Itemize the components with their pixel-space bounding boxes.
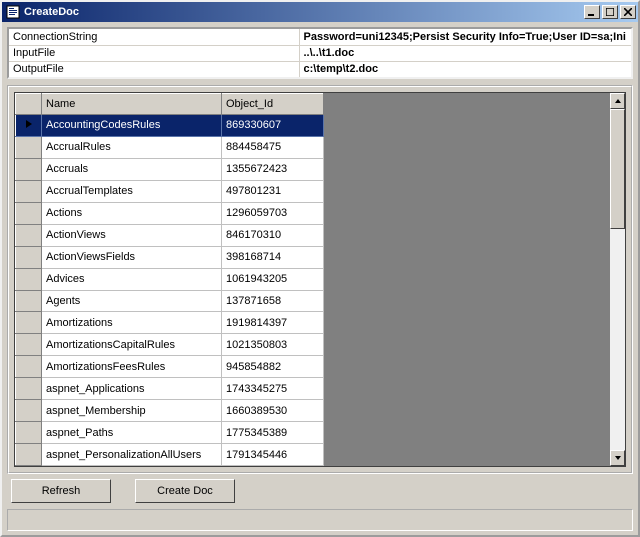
cell-objectid[interactable]: 1021350803 (222, 334, 324, 356)
datagrid[interactable]: Name Object_Id AccountingCodesRules86933… (14, 92, 626, 467)
cell-name[interactable]: Accruals (42, 158, 222, 180)
scroll-track[interactable] (610, 229, 625, 450)
property-key: OutputFile (9, 61, 299, 77)
table-row[interactable]: aspnet_Membership1660389530 (16, 400, 324, 422)
row-header[interactable] (16, 422, 42, 444)
column-header-row: Name Object_Id (16, 94, 324, 115)
column-header-objectid[interactable]: Object_Id (222, 94, 324, 115)
row-header[interactable] (16, 224, 42, 246)
refresh-button[interactable]: Refresh (11, 479, 111, 503)
property-row: ConnectionStringPassword=uni12345;Persis… (9, 29, 631, 45)
table-row[interactable]: ActionViews846170310 (16, 224, 324, 246)
table-row[interactable]: aspnet_PersonalizationAllUsers1791345446 (16, 444, 324, 466)
cell-objectid[interactable]: 869330607 (222, 115, 324, 137)
property-row: OutputFilec:\temp\t2.doc (9, 61, 631, 77)
cell-name[interactable]: Agents (42, 290, 222, 312)
table-row[interactable]: AccountingCodesRules869330607 (16, 115, 324, 137)
cell-name[interactable]: ActionViewsFields (42, 246, 222, 268)
property-key: ConnectionString (9, 29, 299, 45)
property-grid: ConnectionStringPassword=uni12345;Persis… (7, 27, 633, 79)
table-row[interactable]: AccrualTemplates497801231 (16, 180, 324, 202)
table-row[interactable]: Accruals1355672423 (16, 158, 324, 180)
table-row[interactable]: AccrualRules884458475 (16, 136, 324, 158)
status-bar (7, 509, 633, 531)
cell-name[interactable]: AmortizationsFeesRules (42, 356, 222, 378)
property-row: InputFile..\..\t1.doc (9, 45, 631, 61)
cell-name[interactable]: aspnet_PersonalizationAllUsers (42, 444, 222, 466)
cell-objectid[interactable]: 1743345275 (222, 378, 324, 400)
cell-objectid[interactable]: 1791345446 (222, 444, 324, 466)
table-row[interactable]: AmortizationsFeesRules945854882 (16, 356, 324, 378)
table-row[interactable]: aspnet_Applications1743345275 (16, 378, 324, 400)
cell-name[interactable]: Amortizations (42, 312, 222, 334)
row-header[interactable] (16, 115, 42, 137)
table-row[interactable]: Agents137871658 (16, 290, 324, 312)
scroll-down-button[interactable] (610, 450, 625, 466)
cell-name[interactable]: aspnet_Paths (42, 422, 222, 444)
cell-objectid[interactable]: 945854882 (222, 356, 324, 378)
table-row[interactable]: aspnet_Paths1775345389 (16, 422, 324, 444)
row-header[interactable] (16, 136, 42, 158)
app-window: CreateDoc ConnectionStringPassword=uni12… (0, 0, 640, 537)
row-header[interactable] (16, 290, 42, 312)
row-header[interactable] (16, 378, 42, 400)
row-header[interactable] (16, 356, 42, 378)
window-title: CreateDoc (24, 6, 584, 18)
cell-name[interactable]: AccountingCodesRules (42, 115, 222, 137)
app-icon (6, 5, 20, 19)
property-value[interactable]: Password=uni12345;Persist Security Info=… (299, 29, 631, 45)
row-header[interactable] (16, 180, 42, 202)
row-header[interactable] (16, 246, 42, 268)
column-header-name[interactable]: Name (42, 94, 222, 115)
row-header-corner[interactable] (16, 94, 42, 115)
cell-name[interactable]: aspnet_Membership (42, 400, 222, 422)
cell-objectid[interactable]: 137871658 (222, 290, 324, 312)
row-header[interactable] (16, 268, 42, 290)
row-header[interactable] (16, 312, 42, 334)
titlebar: CreateDoc (2, 2, 638, 22)
cell-name[interactable]: AccrualTemplates (42, 180, 222, 202)
create-doc-button[interactable]: Create Doc (135, 479, 235, 503)
table-row[interactable]: Actions1296059703 (16, 202, 324, 224)
maximize-button[interactable] (602, 5, 618, 19)
cell-objectid[interactable]: 1919814397 (222, 312, 324, 334)
cell-objectid[interactable]: 497801231 (222, 180, 324, 202)
row-header[interactable] (16, 444, 42, 466)
cell-objectid[interactable]: 1061943205 (222, 268, 324, 290)
datagrid-panel: Name Object_Id AccountingCodesRules86933… (7, 85, 633, 474)
minimize-button[interactable] (584, 5, 600, 19)
client-area: ConnectionStringPassword=uni12345;Persis… (2, 22, 638, 535)
current-row-indicator-icon (26, 120, 32, 128)
cell-objectid[interactable]: 1660389530 (222, 400, 324, 422)
property-key: InputFile (9, 45, 299, 61)
vertical-scrollbar[interactable] (609, 93, 625, 466)
cell-name[interactable]: Advices (42, 268, 222, 290)
table-row[interactable]: ActionViewsFields398168714 (16, 246, 324, 268)
table-row[interactable]: Amortizations1919814397 (16, 312, 324, 334)
table-row[interactable]: AmortizationsCapitalRules1021350803 (16, 334, 324, 356)
cell-objectid[interactable]: 884458475 (222, 136, 324, 158)
cell-objectid[interactable]: 846170310 (222, 224, 324, 246)
cell-name[interactable]: AmortizationsCapitalRules (42, 334, 222, 356)
row-header[interactable] (16, 202, 42, 224)
cell-name[interactable]: AccrualRules (42, 136, 222, 158)
scroll-thumb[interactable] (610, 109, 625, 229)
button-row: Refresh Create Doc (7, 479, 633, 507)
close-button[interactable] (620, 5, 636, 19)
cell-objectid[interactable]: 1355672423 (222, 158, 324, 180)
property-value[interactable]: ..\..\t1.doc (299, 45, 631, 61)
property-value[interactable]: c:\temp\t2.doc (299, 61, 631, 77)
cell-objectid[interactable]: 1296059703 (222, 202, 324, 224)
row-header[interactable] (16, 334, 42, 356)
cell-name[interactable]: aspnet_Applications (42, 378, 222, 400)
cell-name[interactable]: ActionViews (42, 224, 222, 246)
row-header[interactable] (16, 400, 42, 422)
cell-name[interactable]: Actions (42, 202, 222, 224)
cell-objectid[interactable]: 1775345389 (222, 422, 324, 444)
scroll-up-button[interactable] (610, 93, 625, 109)
cell-objectid[interactable]: 398168714 (222, 246, 324, 268)
table-row[interactable]: Advices1061943205 (16, 268, 324, 290)
row-header[interactable] (16, 158, 42, 180)
